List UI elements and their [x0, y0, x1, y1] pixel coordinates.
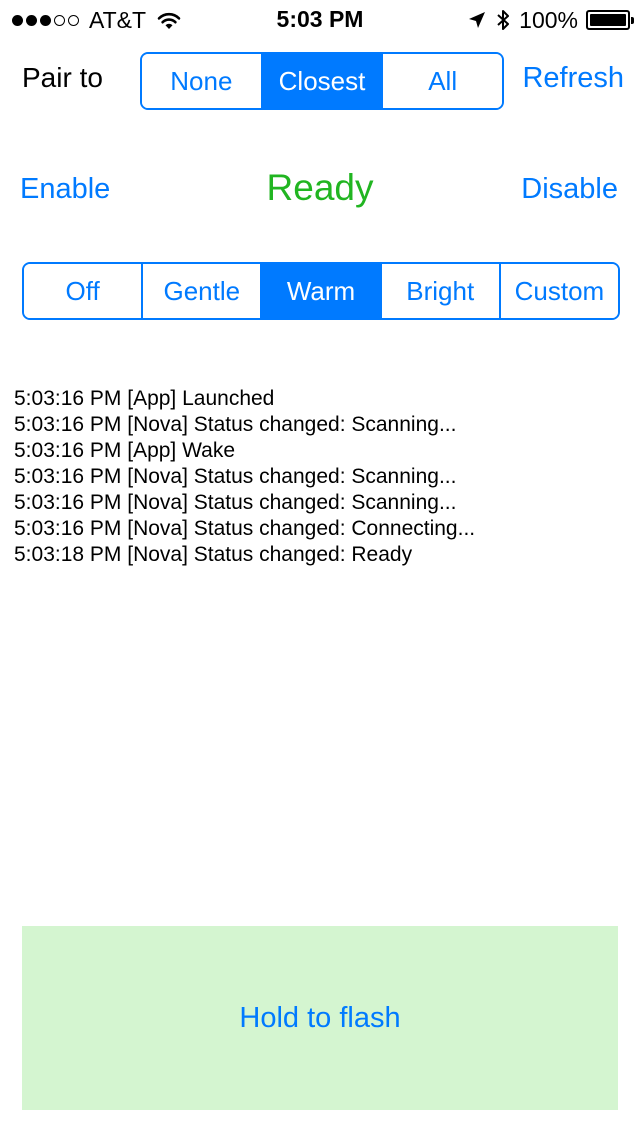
- hold-to-flash-label: Hold to flash: [239, 1001, 401, 1034]
- mode-option-off[interactable]: Off: [24, 264, 142, 318]
- app-screen: AT&T 5:03 PM 100% Pair to None Closest A…: [0, 0, 640, 1136]
- battery-fill: [590, 14, 626, 26]
- pair-option-closest[interactable]: Closest: [260, 54, 382, 108]
- mode-option-gentle[interactable]: Gentle: [141, 264, 261, 318]
- status-bar: AT&T 5:03 PM 100%: [0, 0, 640, 40]
- log-line: 5:03:16 PM [Nova] Status changed: Scanni…: [14, 491, 457, 514]
- log-line: 5:03:16 PM [Nova] Status changed: Scanni…: [14, 465, 457, 488]
- log-line: 5:03:18 PM [Nova] Status changed: Ready: [14, 543, 413, 566]
- log-line: 5:03:16 PM [App] Wake: [14, 439, 236, 462]
- disable-button[interactable]: Disable: [521, 173, 618, 206]
- log-line: 5:03:16 PM [Nova] Status changed: Connec…: [14, 517, 476, 540]
- mode-option-warm[interactable]: Warm: [260, 264, 380, 318]
- log-line: 5:03:16 PM [App] Launched: [14, 387, 275, 410]
- refresh-button[interactable]: Refresh: [522, 62, 624, 95]
- battery-percent: 100%: [519, 6, 578, 33]
- pair-to-label: Pair to: [22, 62, 103, 93]
- log-line: 5:03:16 PM [Nova] Status changed: Scanni…: [14, 413, 457, 436]
- hold-to-flash-button[interactable]: Hold to flash: [22, 926, 618, 1110]
- location-arrow-icon: [469, 12, 486, 28]
- bluetooth-icon: [497, 10, 510, 30]
- mode-option-custom[interactable]: Custom: [498, 264, 618, 318]
- battery-icon: [586, 10, 634, 30]
- mode-option-bright[interactable]: Bright: [379, 264, 499, 318]
- pair-segmented-control: None Closest All: [140, 52, 504, 110]
- battery-nub: [631, 17, 634, 24]
- mode-segmented-control: Off Gentle Warm Bright Custom: [22, 262, 620, 320]
- pair-option-all[interactable]: All: [381, 54, 502, 108]
- event-log: 5:03:16 PM [App] Launched 5:03:16 PM [No…: [14, 386, 475, 568]
- pair-option-none[interactable]: None: [142, 54, 261, 108]
- status-bar-right: 100%: [467, 6, 634, 34]
